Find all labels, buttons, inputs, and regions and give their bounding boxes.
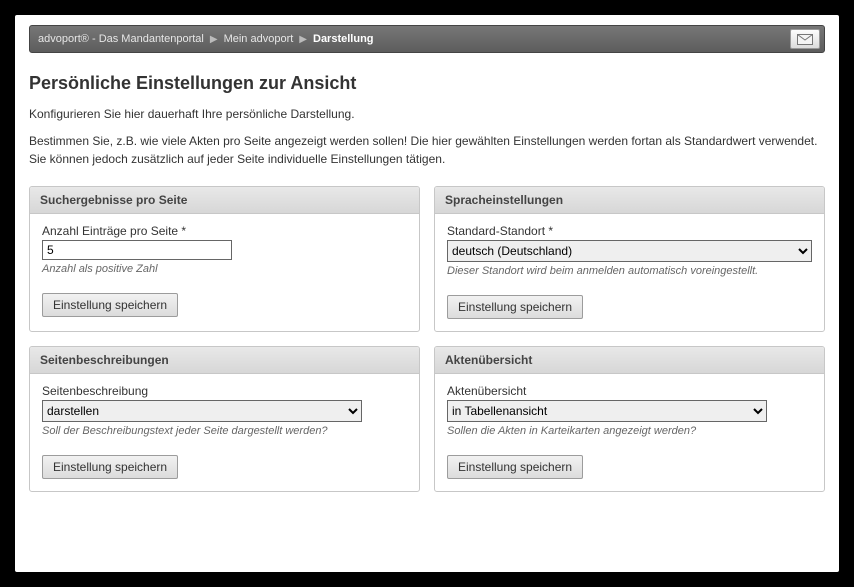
breadcrumb-separator-icon: ▶ (210, 34, 218, 45)
envelope-icon (797, 34, 813, 45)
panel-header: Aktenübersicht (435, 347, 824, 374)
breadcrumb-item-mein-advoport[interactable]: Mein advoport (224, 33, 294, 45)
akten-overview-select[interactable]: in Tabellenansicht (447, 400, 767, 422)
panel-language: Spracheinstellungen Standard-Standort * … (434, 186, 825, 332)
panel-body: Seitenbeschreibung darstellen Soll der B… (30, 374, 419, 491)
save-button[interactable]: Einstellung speichern (42, 293, 178, 317)
app-frame: advoport® - Das Mandantenportal ▶ Mein a… (15, 15, 839, 572)
panel-akten-overview: Aktenübersicht Aktenübersicht in Tabelle… (434, 346, 825, 492)
panels-grid: Suchergebnisse pro Seite Anzahl Einträge… (29, 186, 825, 492)
field-hint: Soll der Beschreibungstext jeder Seite d… (42, 425, 407, 437)
page-title: Persönliche Einstellungen zur Ansicht (29, 73, 825, 94)
page-description-select[interactable]: darstellen (42, 400, 362, 422)
field-hint: Anzahl als positive Zahl (42, 263, 407, 275)
save-button[interactable]: Einstellung speichern (42, 455, 178, 479)
intro-text-2: Bestimmen Sie, z.B. wie viele Akten pro … (29, 133, 825, 168)
field-label-entries-per-page: Anzahl Einträge pro Seite * (42, 224, 407, 238)
panel-page-descriptions: Seitenbeschreibungen Seitenbeschreibung … (29, 346, 420, 492)
save-button[interactable]: Einstellung speichern (447, 295, 583, 319)
panel-body: Standard-Standort * deutsch (Deutschland… (435, 214, 824, 331)
mail-button[interactable] (790, 29, 820, 49)
panel-body: Anzahl Einträge pro Seite * Anzahl als p… (30, 214, 419, 329)
breadcrumb-bar: advoport® - Das Mandantenportal ▶ Mein a… (29, 25, 825, 53)
entries-per-page-input[interactable] (42, 240, 232, 260)
field-hint: Dieser Standort wird beim anmelden autom… (447, 265, 812, 277)
panel-header: Seitenbeschreibungen (30, 347, 419, 374)
breadcrumb-item-root[interactable]: advoport® - Das Mandantenportal (38, 33, 204, 45)
save-button[interactable]: Einstellung speichern (447, 455, 583, 479)
breadcrumb-item-current: Darstellung (313, 33, 374, 45)
field-label-akten-overview: Aktenübersicht (447, 384, 812, 398)
panel-header: Suchergebnisse pro Seite (30, 187, 419, 214)
default-location-select[interactable]: deutsch (Deutschland) (447, 240, 812, 262)
field-label-default-location: Standard-Standort * (447, 224, 812, 238)
breadcrumb-separator-icon: ▶ (299, 34, 307, 45)
panel-body: Aktenübersicht in Tabellenansicht Sollen… (435, 374, 824, 491)
intro-text-1: Konfigurieren Sie hier dauerhaft Ihre pe… (29, 106, 825, 123)
panel-header: Spracheinstellungen (435, 187, 824, 214)
field-hint: Sollen die Akten in Karteikarten angezei… (447, 425, 812, 437)
field-label-page-description: Seitenbeschreibung (42, 384, 407, 398)
panel-results-per-page: Suchergebnisse pro Seite Anzahl Einträge… (29, 186, 420, 332)
